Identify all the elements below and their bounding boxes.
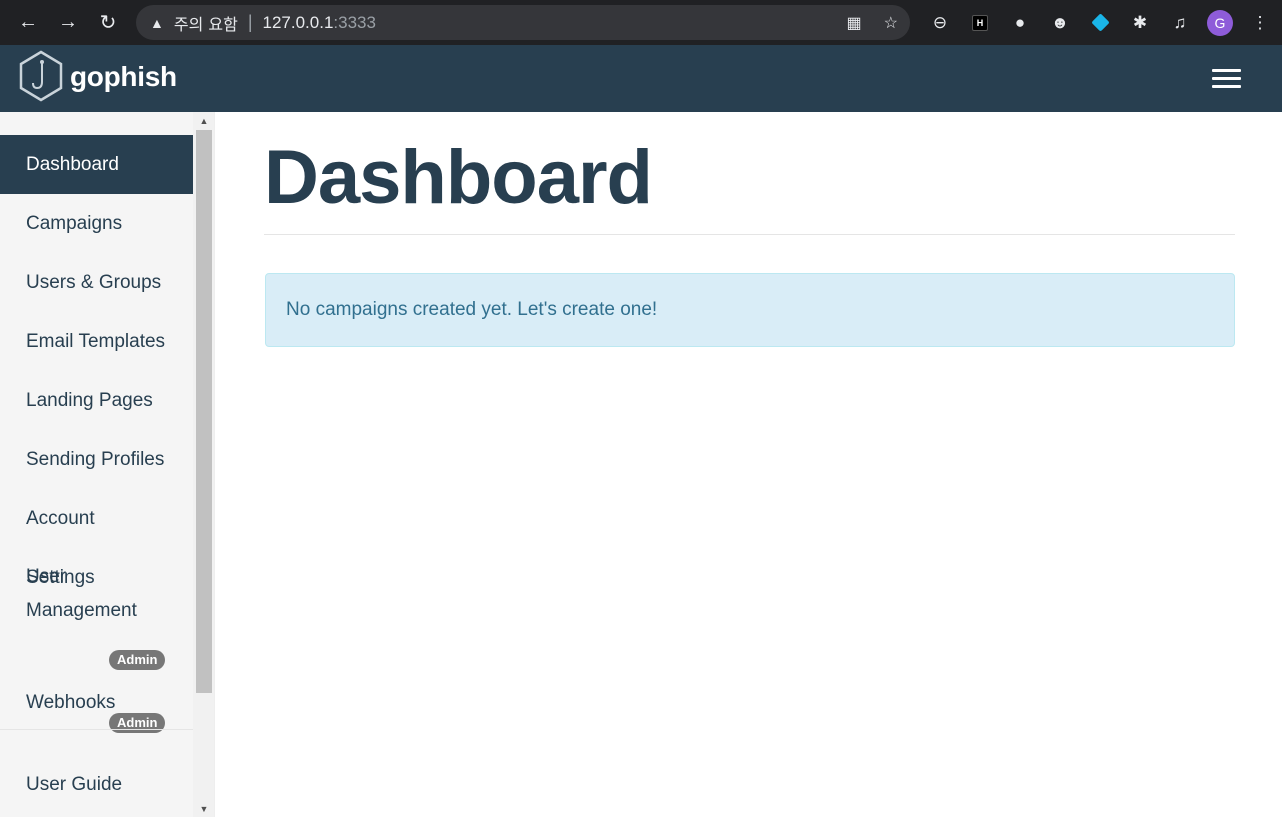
translate-icon[interactable]: ▦ [847, 13, 862, 33]
masked-face-extension-icon[interactable]: ☻ [1040, 0, 1080, 45]
warning-icon[interactable]: ▲ [150, 15, 164, 31]
bookmark-star-icon[interactable]: ☆ [884, 13, 898, 33]
omnibox-separator: | [247, 12, 253, 32]
app-navbar: gophish [0, 45, 1282, 112]
extension-bar: ⊖ H ● ☻ ✱ ♫ G ⋮ [920, 0, 1280, 45]
sidebar-item-webhooks[interactable]: Webhooks Admin [0, 674, 193, 737]
forward-arrow-icon[interactable]: → [48, 0, 88, 45]
browser-toolbar: ← → ↻ ▲ 주의 요함 | 127.0.0.1 :3333 ▦ ☆ ⊖ H … [0, 0, 1282, 45]
sidebar-nav: Dashboard Campaigns Users & Groups Email… [0, 135, 193, 737]
puzzle-icon[interactable]: ✱ [1120, 0, 1160, 45]
sidebar-item-user-management[interactable]: User Management Admin [0, 548, 193, 670]
security-label[interactable]: 주의 요함 [174, 11, 238, 35]
back-arrow-icon[interactable]: ← [8, 0, 48, 45]
hacker-extension-icon[interactable]: ● [1000, 0, 1040, 45]
page-title: Dashboard [264, 135, 653, 220]
sidebar-item-user-guide[interactable]: User Guide [0, 755, 193, 814]
admin-badge: Admin [109, 713, 166, 733]
minus-circle-icon[interactable]: ⊖ [920, 0, 960, 45]
reload-icon[interactable]: ↻ [88, 0, 128, 45]
scroll-thumb[interactable] [196, 130, 212, 693]
kebab-menu-icon[interactable]: ⋮ [1240, 0, 1280, 45]
sidebar-item-campaigns[interactable]: Campaigns [0, 194, 193, 253]
info-alert: No campaigns created yet. Let's create o… [265, 273, 1235, 347]
sidebar-scrollbar[interactable]: ▲ ▼ [193, 112, 214, 817]
title-divider [264, 234, 1235, 235]
profile-avatar[interactable]: G [1200, 0, 1240, 45]
admin-badge: Admin [109, 650, 166, 670]
sidebar-item-landing-pages[interactable]: Landing Pages [0, 371, 193, 430]
media-queue-icon[interactable]: ♫ [1160, 0, 1200, 45]
hamburger-menu-icon[interactable] [1212, 69, 1241, 89]
brand-name[interactable]: gophish [70, 61, 177, 93]
scroll-down-arrow-icon[interactable]: ▼ [193, 800, 214, 817]
scroll-up-arrow-icon[interactable]: ▲ [193, 112, 214, 129]
address-bar[interactable]: ▲ 주의 요함 | 127.0.0.1 :3333 ▦ ☆ [136, 5, 910, 40]
cube-extension-icon[interactable] [1080, 0, 1120, 45]
extension-h-icon[interactable]: H [960, 0, 1000, 45]
sidebar-item-email-templates[interactable]: Email Templates [0, 312, 193, 371]
sidebar-divider [0, 729, 193, 730]
sidebar-item-dashboard[interactable]: Dashboard [0, 135, 193, 194]
main-content: Dashboard No campaigns created yet. Let'… [215, 112, 1282, 817]
gophish-logo-icon[interactable] [18, 50, 64, 102]
sidebar-item-account-settings[interactable]: Account Settings [0, 489, 193, 588]
sidebar: Dashboard Campaigns Users & Groups Email… [0, 112, 215, 817]
url-host: 127.0.0.1 [262, 12, 334, 32]
url-port: :3333 [333, 12, 376, 32]
sidebar-item-users-groups[interactable]: Users & Groups [0, 253, 193, 312]
sidebar-item-sending-profiles[interactable]: Sending Profiles [0, 430, 193, 489]
